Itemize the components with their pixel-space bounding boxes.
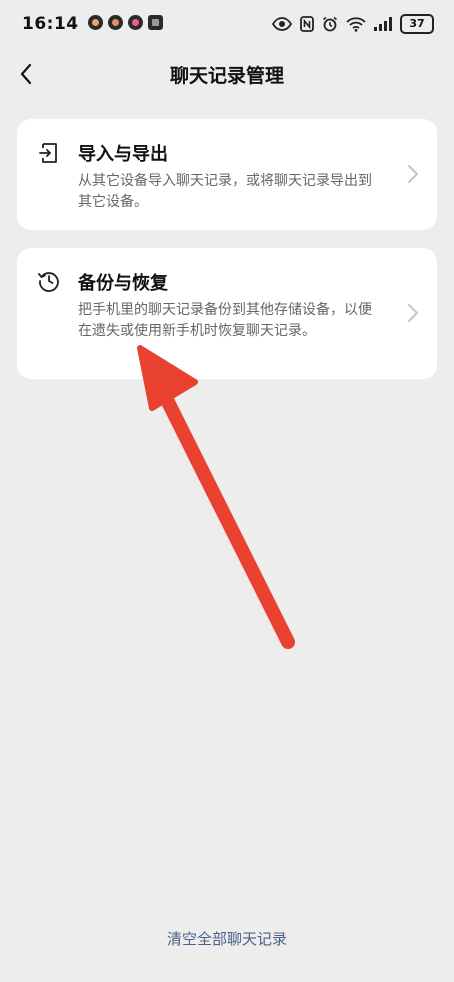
eye-icon (272, 17, 292, 31)
card-description: 把手机里的聊天记录备份到其他存储设备，以便在遗失或使用新手机时恢复聊天记录。 (78, 302, 372, 339)
notification-icons (88, 15, 163, 30)
chevron-right-icon (408, 165, 418, 183)
page-title: 聊天记录管理 (169, 65, 284, 87)
alarm-icon (323, 16, 337, 32)
header: 聊天记录管理 (0, 48, 454, 100)
app-icon (148, 15, 163, 30)
backup-restore-card[interactable]: 备份与恢复 把手机里的聊天记录备份到其他存储设备，以便在遗失或使用新手机时恢复聊… (17, 248, 437, 379)
chevron-right-icon (408, 304, 418, 322)
nfc-icon (300, 16, 314, 32)
card-description: 从其它设备导入聊天记录，或将聊天记录导出到其它设备。 (78, 173, 372, 210)
app-icon (128, 15, 143, 30)
app-icon (108, 15, 123, 30)
wifi-icon (346, 16, 366, 32)
battery-icon: 37 (400, 14, 434, 34)
import-export-icon (39, 143, 57, 163)
history-icon (38, 272, 59, 292)
import-export-card[interactable]: 导入与导出 从其它设备导入聊天记录，或将聊天记录导出到其它设备。 (17, 119, 437, 230)
system-status-icons: 37 (272, 13, 434, 35)
annotation-arrow-shaft (160, 393, 295, 649)
status-time: 16:14 (22, 14, 79, 34)
clear-all-chat-history-link[interactable]: 清空全部聊天记录 (0, 928, 454, 949)
app-icon (88, 15, 103, 30)
card-title: 备份与恢复 (78, 273, 168, 294)
signal-icon (374, 17, 392, 31)
status-bar: 16:14 37 (0, 0, 454, 48)
card-title: 导入与导出 (78, 144, 168, 165)
